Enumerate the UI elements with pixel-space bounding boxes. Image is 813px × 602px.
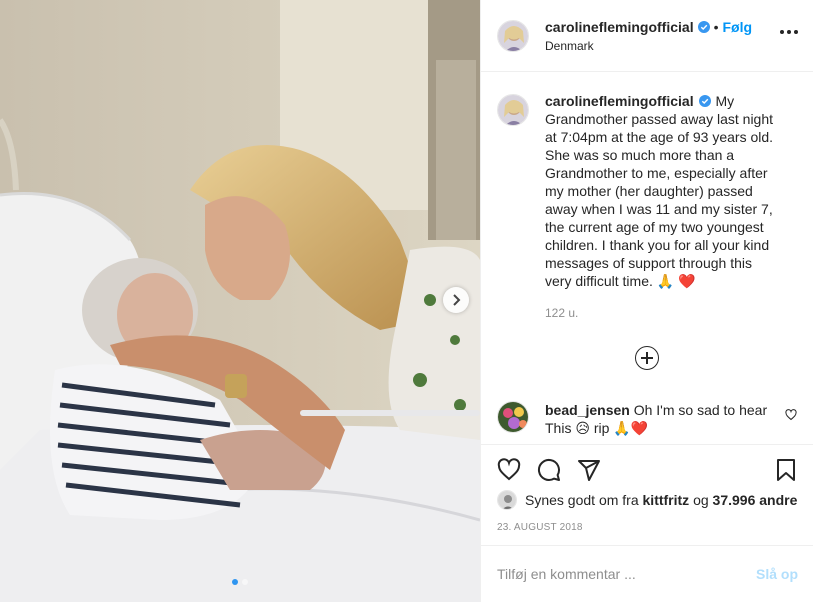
post-location[interactable]: Denmark (545, 39, 752, 53)
caption-text: My Grandmother passed away last night at… (545, 93, 774, 289)
verified-badge-icon (699, 93, 712, 107)
author-username[interactable]: carolineflemingofficial (545, 19, 694, 35)
follow-button[interactable]: Følg (723, 19, 753, 35)
carousel-indicator (0, 579, 480, 585)
caption-timestamp[interactable]: 122 u. (545, 304, 781, 322)
instagram-post-modal: carolineflemingofficial • Følg Denmark c… (0, 0, 813, 602)
post-comment-button[interactable]: Slå op (756, 566, 798, 582)
comment-item: bead_jensen Oh I'm so sad to hear This 😥… (497, 401, 797, 437)
header-separator: • (713, 18, 719, 35)
verified-badge-icon (697, 20, 710, 33)
commenter-avatar[interactable] (497, 401, 529, 433)
likes-prefix: Synes godt om fra (525, 492, 639, 508)
caption-username[interactable]: carolineflemingofficial (545, 93, 694, 109)
bookmark-icon[interactable] (774, 458, 798, 482)
post-photo[interactable] (0, 0, 480, 602)
likes-summary: Synes godt om fra kittfritz og 37.996 an… (497, 490, 797, 510)
share-icon[interactable] (577, 458, 601, 482)
post-actions-bar (481, 444, 813, 494)
post-sidebar: carolineflemingofficial • Følg Denmark c… (480, 0, 813, 602)
post-date[interactable]: 23. AUGUST 2018 (497, 522, 583, 533)
liker-username[interactable]: kittfritz (643, 492, 690, 508)
post-header: carolineflemingofficial • Følg Denmark (481, 0, 813, 72)
carousel-next-button[interactable] (443, 287, 469, 313)
post-image (0, 0, 480, 602)
caption-avatar[interactable] (497, 94, 529, 126)
carousel-dot (242, 579, 248, 585)
more-options-icon[interactable] (780, 30, 798, 34)
post-caption: carolineflemingofficial My Grandmother p… (497, 92, 797, 322)
comment-like-heart-icon[interactable] (785, 409, 797, 421)
author-avatar[interactable] (497, 19, 529, 52)
liker-avatar[interactable] (497, 490, 517, 510)
add-circle-icon[interactable] (635, 346, 659, 370)
likes-count[interactable]: 37.996 andre (713, 492, 798, 508)
comment-composer: Slå op (481, 545, 813, 602)
commenter-username[interactable]: bead_jensen (545, 402, 630, 418)
likes-joiner: og (693, 492, 709, 508)
comment-input[interactable] (497, 566, 756, 582)
carousel-dot-active (232, 579, 238, 585)
chevron-right-icon (453, 294, 461, 306)
heart-icon[interactable] (497, 457, 521, 482)
comment-icon[interactable] (537, 458, 561, 482)
